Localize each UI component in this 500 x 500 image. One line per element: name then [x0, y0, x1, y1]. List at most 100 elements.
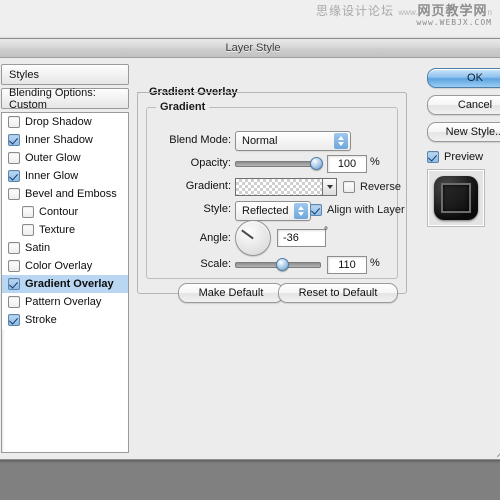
opacity-value: 100	[337, 158, 357, 170]
effect-checkbox[interactable]	[22, 206, 34, 218]
align-with-layer-label: Align with Layer	[327, 204, 405, 216]
blending-options-label: Blending Options: Custom	[9, 86, 96, 111]
effect-label: Gradient Overlay	[25, 278, 114, 290]
watermark: 思缘设计论坛 www.网页教学网n www.WEBJX.COM	[316, 4, 492, 27]
gradient-dropdown-arrow[interactable]	[322, 179, 336, 195]
effect-checkbox[interactable]	[8, 314, 20, 326]
effect-row[interactable]: Stroke	[2, 311, 128, 329]
effect-row[interactable]: Drop Shadow	[2, 113, 128, 131]
styles-button[interactable]: Styles	[1, 64, 129, 85]
watermark-url: www.WEBJX.COM	[416, 17, 492, 27]
reverse-checkbox[interactable]	[343, 181, 355, 193]
reset-to-default-button[interactable]: Reset to Default	[278, 283, 398, 303]
effect-label: Inner Glow	[25, 170, 79, 182]
effects-list[interactable]: Drop Shadow Inner Shadow Outer Glow Inner G…	[1, 112, 129, 453]
effect-row[interactable]: Contour	[2, 203, 128, 221]
effect-label: Texture	[39, 224, 76, 236]
effect-label: Outer Glow	[25, 152, 81, 164]
watermark-forum-name: 思缘设计论坛	[316, 4, 395, 18]
gradient-preview	[236, 179, 322, 195]
reverse-checkbox-row[interactable]: Reverse	[343, 178, 401, 196]
gradient-style-select[interactable]: Reflected	[235, 201, 311, 221]
preview-thumbnail-frame	[427, 169, 485, 227]
dialog-title: Layer Style	[225, 42, 281, 54]
gradient-swatch[interactable]	[235, 178, 337, 196]
align-with-layer-checkbox[interactable]	[310, 204, 322, 216]
effect-checkbox[interactable]	[22, 224, 34, 236]
effect-label: Pattern Overlay	[25, 296, 102, 308]
gradient-group: Gradient Blend Mode: Normal Opacity: 100…	[146, 101, 405, 279]
new-style-button[interactable]: New Style...	[427, 122, 500, 142]
dialog-body: Styles Blending Options: Custom Drop Sha…	[0, 58, 500, 459]
styles-column: Styles Blending Options: Custom Drop Sha…	[1, 64, 129, 453]
blend-mode-value: Normal	[242, 135, 278, 147]
effect-label: Color Overlay	[25, 260, 93, 272]
effect-checkbox[interactable]	[8, 242, 20, 254]
angle-value: -36	[283, 232, 299, 244]
preview-thumbnail	[434, 176, 478, 220]
effect-checkbox[interactable]	[8, 188, 20, 200]
effect-row[interactable]: Outer Glow	[2, 149, 128, 167]
chevron-updown-icon	[334, 133, 348, 149]
ok-button[interactable]: OK	[427, 68, 500, 88]
opacity-slider[interactable]	[235, 155, 323, 171]
ok-label: OK	[467, 72, 483, 84]
effect-checkbox[interactable]	[8, 260, 20, 272]
angle-dial[interactable]	[235, 220, 271, 256]
new-style-label: New Style...	[445, 126, 500, 138]
preview-label: Preview	[444, 151, 484, 163]
opacity-unit: %	[370, 156, 380, 168]
effect-label: Bevel and Emboss	[25, 188, 117, 200]
blending-options-button[interactable]: Blending Options: Custom	[1, 86, 129, 111]
scale-input[interactable]: 110	[327, 256, 367, 274]
make-default-label: Make Default	[198, 287, 264, 299]
cancel-button[interactable]: Cancel	[427, 95, 500, 115]
gradient-group-legend: Gradient	[156, 101, 210, 113]
effect-row[interactable]: Bevel and Emboss	[2, 185, 128, 203]
effect-row[interactable]: Gradient Overlay	[2, 275, 128, 293]
align-checkbox-row[interactable]: Align with Layer	[310, 201, 405, 219]
effect-row[interactable]: Pattern Overlay	[2, 293, 128, 311]
opacity-slider-track	[235, 161, 321, 167]
styles-label: Styles	[9, 68, 39, 81]
make-default-button[interactable]: Make Default	[178, 283, 284, 303]
effect-label: Drop Shadow	[25, 116, 92, 128]
cancel-label: Cancel	[457, 99, 493, 111]
gradient-style-value: Reflected	[242, 205, 289, 217]
effect-row[interactable]: Satin	[2, 239, 128, 257]
effect-row[interactable]: Color Overlay	[2, 257, 128, 275]
watermark-brand: 网页教学网	[417, 3, 488, 18]
dialog-titlebar[interactable]: Layer Style	[0, 39, 500, 58]
scale-slider[interactable]	[235, 256, 321, 272]
angle-needle	[241, 229, 254, 240]
scale-unit: %	[370, 257, 380, 269]
effect-checkbox[interactable]	[8, 296, 20, 308]
angle-input[interactable]: -36	[277, 229, 326, 247]
scale-slider-knob[interactable]	[276, 258, 290, 271]
style-label: Style:	[203, 203, 231, 215]
opacity-label: Opacity:	[190, 157, 231, 169]
effect-label: Inner Shadow	[25, 134, 93, 146]
preview-checkbox-row[interactable]: Preview	[427, 151, 500, 163]
gradient-label: Gradient:	[185, 180, 231, 192]
actions-column: OK Cancel New Style... Preview	[427, 68, 500, 227]
reverse-label: Reverse	[360, 181, 401, 193]
effect-checkbox[interactable]	[8, 170, 20, 182]
blend-mode-select[interactable]: Normal	[235, 131, 351, 151]
opacity-slider-knob[interactable]	[310, 157, 323, 170]
effect-label: Stroke	[25, 314, 57, 326]
effect-checkbox[interactable]	[8, 134, 20, 146]
settings-panel: Gradient Overlay Gradient Blend Mode: No…	[137, 64, 409, 446]
preview-thumbnail-inner	[441, 183, 471, 213]
chevron-updown-icon	[294, 203, 308, 219]
scale-value: 110	[338, 259, 356, 271]
effect-checkbox[interactable]	[8, 278, 20, 290]
effect-row[interactable]: Inner Glow	[2, 167, 128, 185]
preview-checkbox[interactable]	[427, 151, 439, 163]
opacity-input[interactable]: 100	[327, 155, 367, 173]
effect-row[interactable]: Inner Shadow	[2, 131, 128, 149]
effect-row[interactable]: Texture	[2, 221, 128, 239]
effect-checkbox[interactable]	[8, 152, 20, 164]
angle-label: Angle:	[199, 232, 231, 244]
effect-checkbox[interactable]	[8, 116, 20, 128]
